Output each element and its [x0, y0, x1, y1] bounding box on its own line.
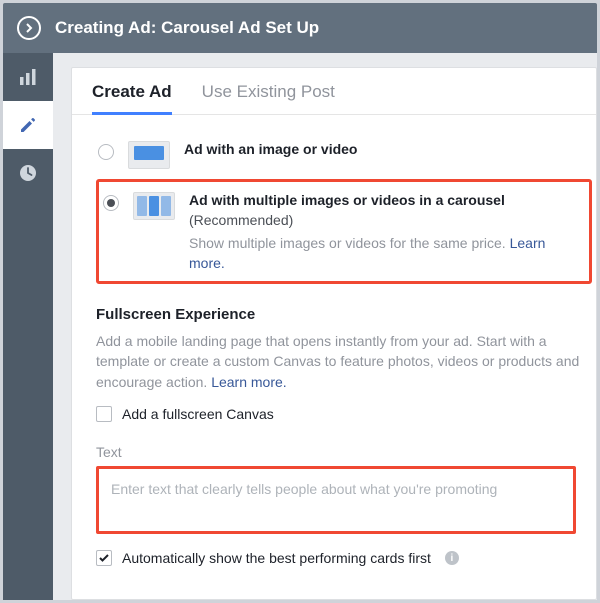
auto-best-cards[interactable]: Automatically show the best performing c…	[96, 550, 592, 566]
main-panel: Create Ad Use Existing Post Ad with an i…	[53, 53, 597, 600]
ad-text-input[interactable]: Enter text that clearly tells people abo…	[96, 466, 576, 534]
tab-use-existing-post[interactable]: Use Existing Post	[202, 82, 335, 115]
tab-create-ad[interactable]: Create Ad	[92, 82, 172, 115]
tabs: Create Ad Use Existing Post	[72, 68, 596, 115]
sidebar	[3, 53, 53, 600]
option-single-title: Ad with an image or video	[184, 139, 590, 159]
text-section: Text Enter text that clearly tells peopl…	[96, 444, 592, 566]
radio-checked-icon[interactable]	[103, 195, 119, 211]
chevron-right-circle-icon[interactable]	[17, 16, 41, 40]
fullscreen-desc: Add a mobile landing page that opens ins…	[96, 331, 592, 392]
auto-best-cards-label: Automatically show the best performing c…	[122, 550, 431, 566]
page-header: Creating Ad: Carousel Ad Set Up	[3, 3, 597, 53]
info-icon[interactable]: i	[445, 551, 459, 565]
option-carousel-title: Ad with multiple images or videos in a c…	[189, 190, 585, 210]
content: Ad with an image or video Ad with multip…	[72, 115, 596, 566]
sidebar-item-insights[interactable]	[3, 53, 53, 101]
option-carousel[interactable]: Ad with multiple images or videos in a c…	[96, 179, 592, 284]
thumb-single-icon	[128, 141, 170, 169]
sidebar-item-history[interactable]	[3, 149, 53, 197]
body: Create Ad Use Existing Post Ad with an i…	[3, 53, 597, 600]
add-fullscreen-canvas[interactable]: Add a fullscreen Canvas	[96, 406, 592, 422]
checkbox-checked-icon[interactable]	[96, 550, 112, 566]
option-carousel-desc: Show multiple images or videos for the s…	[189, 233, 585, 274]
radio-unchecked-icon[interactable]	[98, 144, 114, 160]
fullscreen-section: Fullscreen Experience Add a mobile landi…	[96, 306, 592, 422]
fullscreen-title: Fullscreen Experience	[96, 306, 592, 323]
page-title: Creating Ad: Carousel Ad Set Up	[55, 18, 319, 38]
sidebar-item-edit[interactable]	[3, 101, 53, 149]
thumb-carousel-icon	[133, 192, 175, 220]
learn-more-link[interactable]: Learn more.	[211, 374, 286, 390]
option-carousel-recommended: (Recommended)	[189, 210, 585, 230]
option-single-media[interactable]: Ad with an image or video	[96, 133, 592, 175]
card: Create Ad Use Existing Post Ad with an i…	[71, 67, 597, 600]
add-fullscreen-canvas-label: Add a fullscreen Canvas	[122, 406, 274, 422]
text-label: Text	[96, 444, 592, 460]
checkbox-unchecked-icon[interactable]	[96, 406, 112, 422]
